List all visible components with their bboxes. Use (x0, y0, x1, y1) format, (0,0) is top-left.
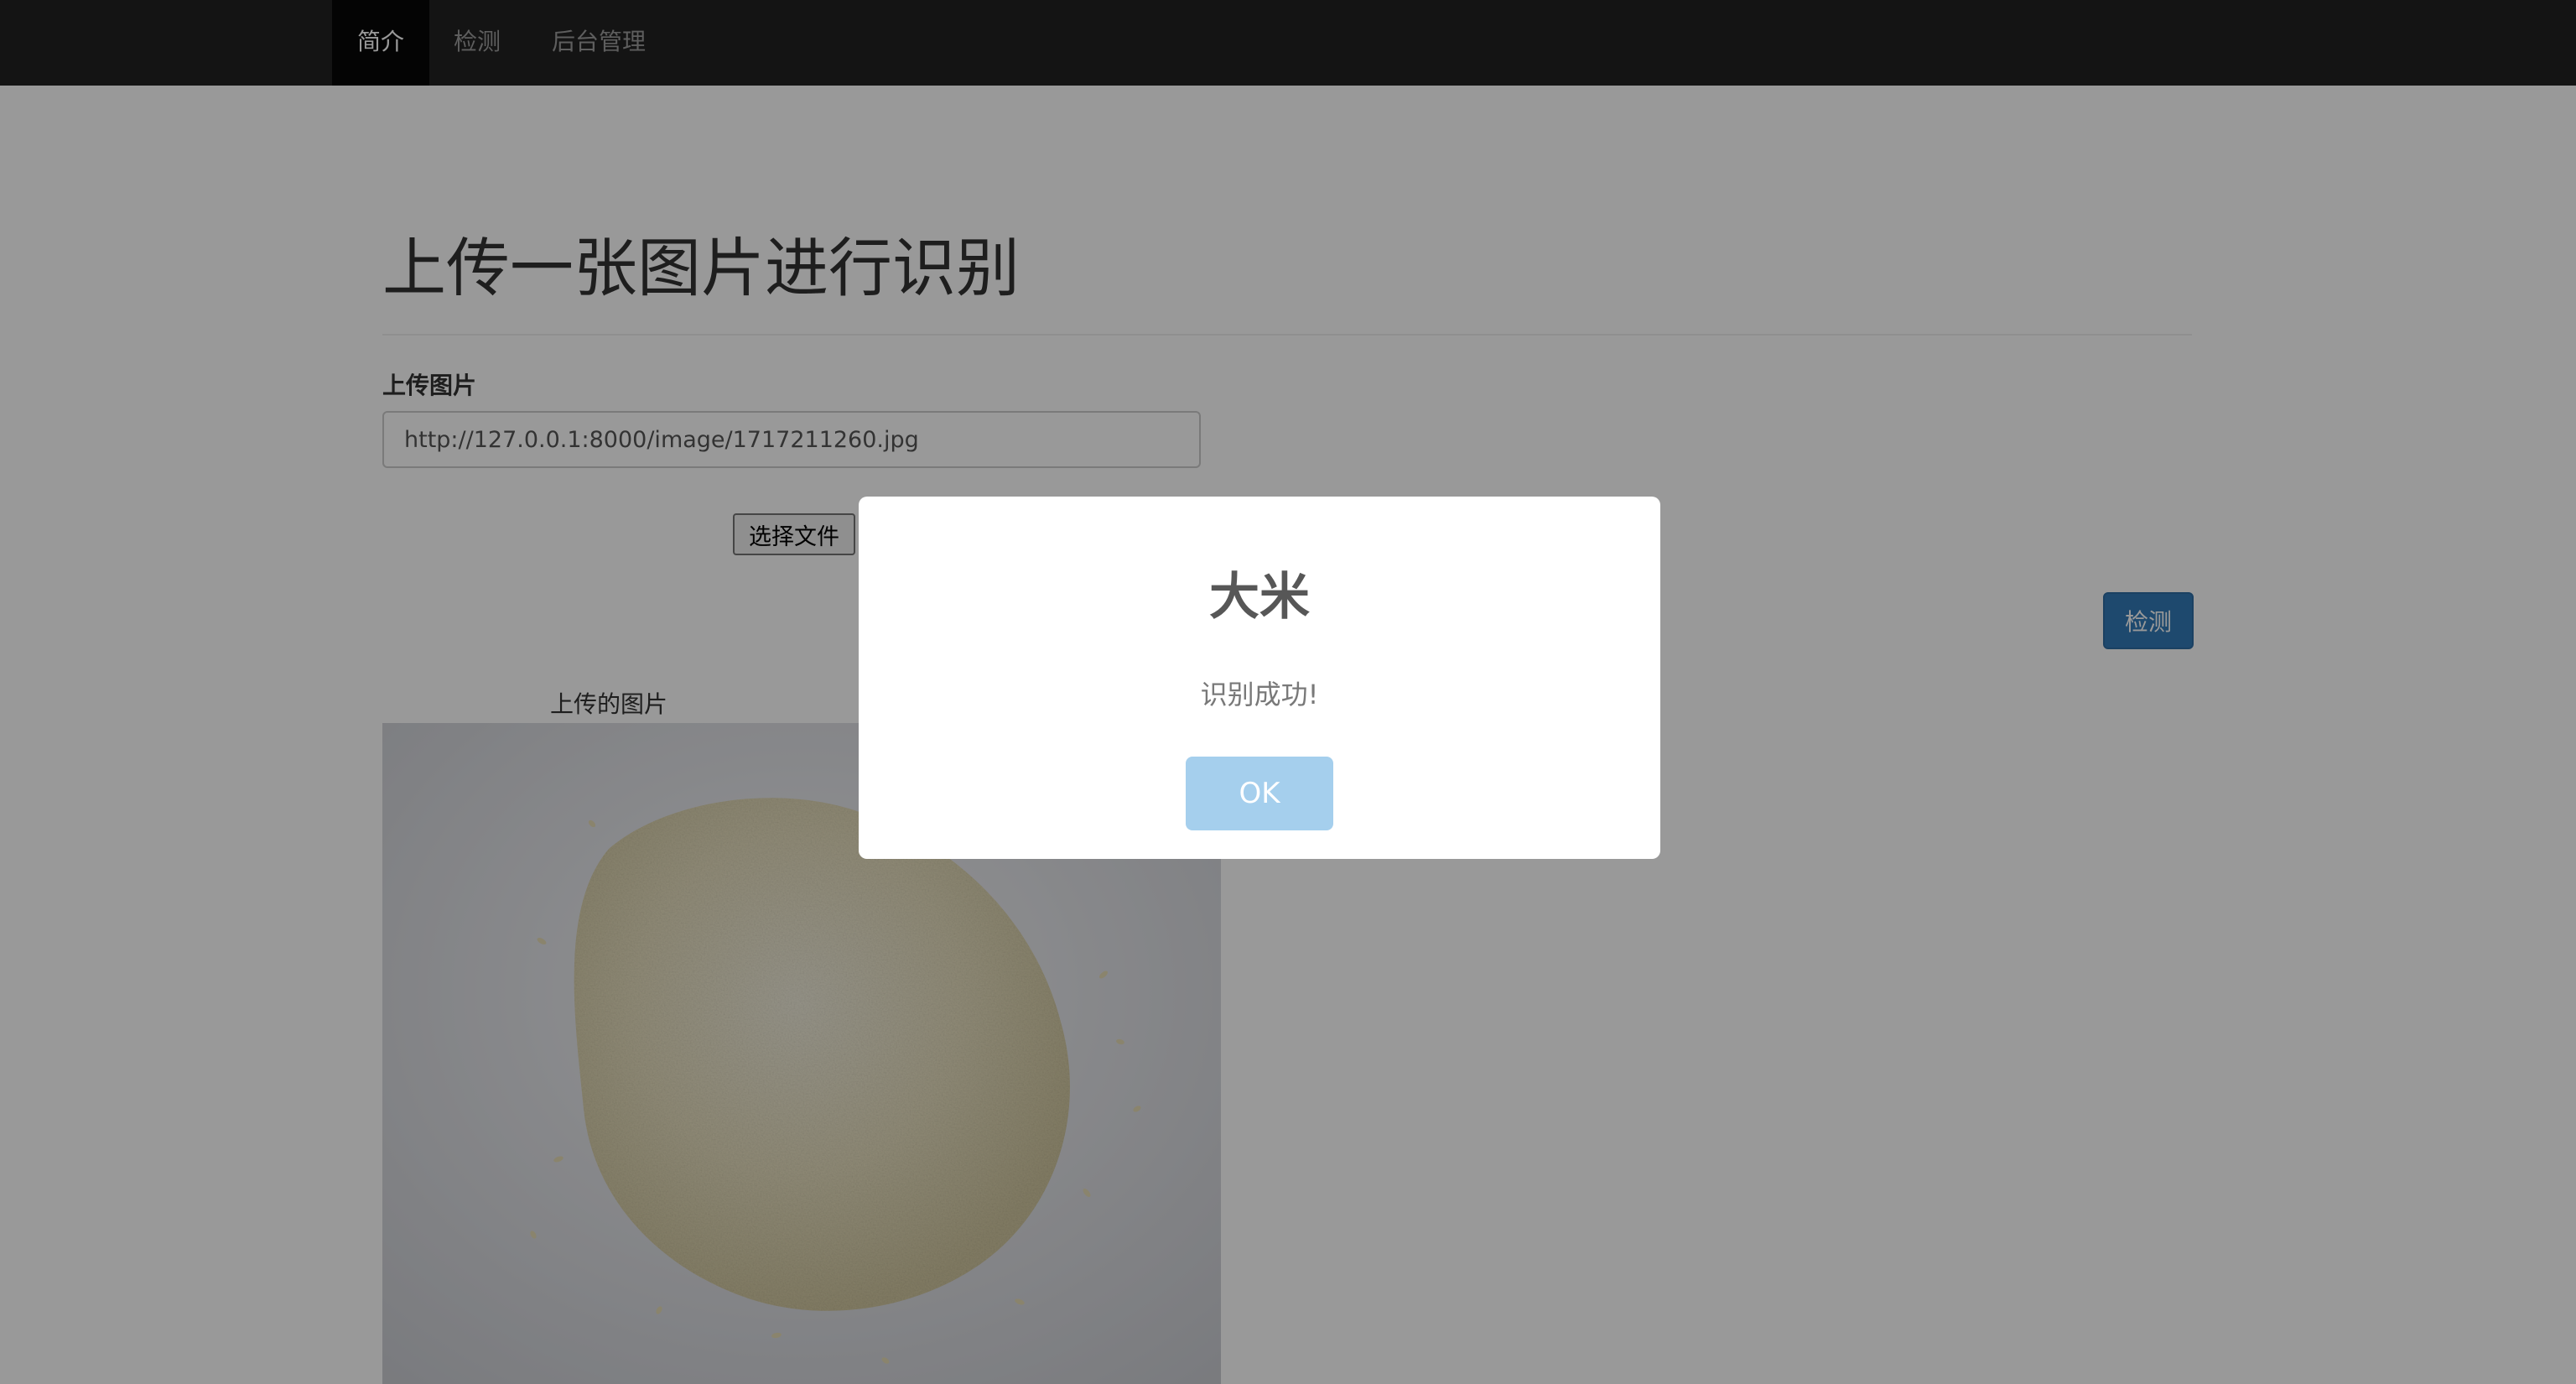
page: 简介 检测 后台管理 上传一张图片进行识别 上传图片 选择文件 检测 上传的图片 (0, 0, 2576, 1384)
ok-button[interactable]: OK (1186, 757, 1333, 830)
alert-message: 识别成功! (1200, 679, 1319, 710)
result-alert-dialog: 大米 识别成功! OK (859, 497, 1660, 859)
alert-title: 大米 (1209, 568, 1310, 627)
navbar-dim-overlay (0, 0, 2576, 86)
